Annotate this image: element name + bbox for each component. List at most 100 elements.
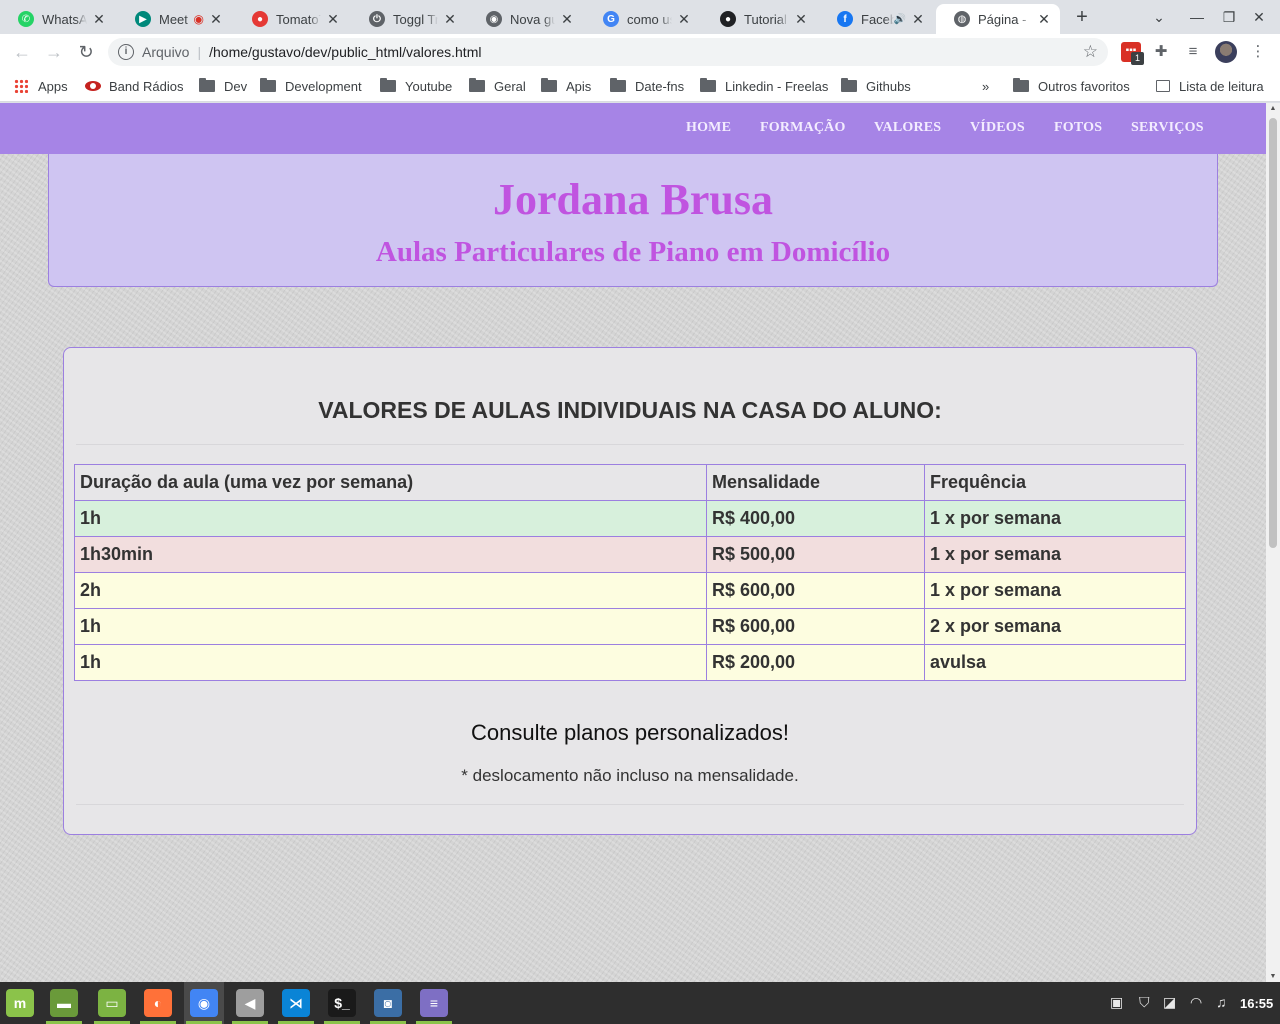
close-tab-icon[interactable]: ✕ [208,11,224,28]
nav-link-fotos[interactable]: FOTOS [1054,120,1102,136]
clipboard-tray-icon[interactable]: ▣ [1110,994,1123,1011]
profile-avatar[interactable] [1215,41,1237,63]
browser-tab[interactable]: ● Tutorial ✕ [702,4,817,34]
custom-plans-text: Consulte planos personalizados! [471,720,789,745]
close-tab-icon[interactable]: ✕ [676,11,692,28]
pricing-heading: VALORES DE AULAS INDIVIDUAIS NA CASA DO … [318,397,942,423]
column-header-price: Mensalidade [706,464,925,501]
music-note-icon[interactable]: ♫ [1216,994,1227,1010]
mint-menu-icon[interactable]: m [6,989,34,1017]
close-tab-icon[interactable]: ✕ [442,11,458,28]
site-info-icon[interactable]: i [118,44,134,60]
menu-kebab-icon[interactable]: ⋮ [1248,42,1268,62]
recording-indicator-icon: ◉ [193,12,204,26]
bookmark-folder-dev[interactable]: Dev [199,77,247,95]
taskbar-clock[interactable]: 16:55 [1240,996,1273,1011]
cell-price: R$ 500,00 [706,536,925,573]
scroll-down-icon[interactable]: ▼ [1266,973,1280,980]
folder-icon [700,78,716,92]
bookmark-folder-development[interactable]: Development [260,77,362,95]
bookmark-folder-apis[interactable]: Apis [541,77,591,95]
browser-tab[interactable]: ▶ Meet ◉ ✕ [117,4,232,34]
bookmark-label: Linkedin - Freelas [725,78,829,94]
browser-tab[interactable]: f Facebook🔊 ✕ [819,4,934,34]
nav-link-valores[interactable]: VALORES [874,120,941,136]
page-viewport: HOME FORMAÇÃO VALORES VÍDEOS FOTOS SERVI… [0,103,1266,982]
site-navbar: HOME FORMAÇÃO VALORES VÍDEOS FOTOS SERVI… [0,103,1266,154]
cell-frequency: 2 x por semana [924,608,1186,645]
google-meet-icon: ▶ [135,11,151,27]
scroll-up-icon[interactable]: ▲ [1266,105,1280,112]
bookmark-label: Apps [38,78,68,94]
tab-title: Meet [159,11,188,27]
media-controls-icon[interactable]: ≡ [1183,42,1203,62]
screenshot-icon[interactable]: ◙ [374,989,402,1017]
tab-audio-icon[interactable]: 🔊 [894,14,906,25]
cell-duration: 2h [74,572,707,609]
back-icon[interactable]: ← [10,40,34,64]
close-tab-icon[interactable]: ✕ [793,11,809,28]
reload-icon[interactable]: ↻ [74,40,98,64]
text-editor-icon[interactable]: ≡ [420,989,448,1017]
bookmark-label: Band Rádios [109,78,184,94]
shield-tray-icon[interactable]: ⛉ [1139,994,1150,1011]
new-tab-button[interactable]: + [1070,6,1094,30]
vscode-icon[interactable]: ⋊ [282,989,310,1017]
travel-note: * deslocamento não incluso na mensalidad… [461,766,799,785]
files-icon[interactable]: ▭ [98,989,126,1017]
divider [76,804,1184,805]
table-row: 1h R$ 600,00 2 x por semana [74,608,1186,645]
firefox-icon[interactable]: ◐ [144,989,172,1017]
bookmark-other-favorites[interactable]: Outros favoritos [1013,77,1130,95]
nav-link-formacao[interactable]: FORMAÇÃO [760,120,846,136]
bookmark-star-icon[interactable]: ☆ [1083,42,1098,62]
bookmark-folder-youtube[interactable]: Youtube [380,77,452,95]
terminal-icon[interactable]: $_ [328,989,356,1017]
bookmark-apps[interactable]: Apps [14,77,68,95]
cell-duration: 1h [74,608,707,645]
bookmarks-overflow-icon[interactable]: » [982,77,989,95]
nav-link-videos[interactable]: VÍDEOS [970,120,1025,136]
bookmark-band-radios[interactable]: Band Rádios [85,77,183,95]
band-radios-icon [85,81,101,91]
close-window-icon[interactable]: ✕ [1248,6,1270,28]
bookmark-folder-geral[interactable]: Geral [469,77,526,95]
bookmark-folder-date-fns[interactable]: Date-fns [610,77,684,95]
tab-search-icon[interactable]: ⌄ [1148,6,1170,28]
page-scrollbar[interactable]: ▲ ▼ [1266,103,1280,982]
address-bar[interactable]: i Arquivo | /home/gustavo/dev/public_htm… [108,38,1108,66]
scrollbar-thumb[interactable] [1269,118,1277,548]
bookmark-label: Githubs [866,78,911,94]
wifi-icon[interactable]: ◠ [1190,994,1202,1011]
show-desktop-icon[interactable]: ▬ [50,989,78,1017]
bookmark-folder-linkedin[interactable]: Linkedin - Freelas [700,77,828,95]
nav-link-home[interactable]: HOME [686,120,731,136]
bookmark-folder-githubs[interactable]: Githubs [841,77,911,95]
extensions-puzzle-icon[interactable]: ✚ [1151,42,1171,62]
apps-grid-icon [14,79,28,93]
update-manager-icon[interactable]: ◪ [1163,994,1176,1011]
maximize-icon[interactable]: ❐ [1218,6,1240,28]
browser-tab[interactable]: ● TomatoTimer✕ [234,4,349,34]
browser-tab[interactable]: ◍ Página - ✕ [936,4,1060,34]
reading-list-button[interactable]: Lista de leitura [1156,77,1264,95]
column-header-duration: Duração da aula (uma vez por semana) [74,464,707,501]
close-tab-icon[interactable]: ✕ [910,11,926,28]
browser-tab[interactable]: Gcomo usar✕ [585,4,700,34]
tab-title: Tutorial [744,11,787,27]
browser-tab[interactable]: ⏻ Toggl Track✕ [351,4,466,34]
cell-duration: 1h30min [74,536,707,573]
close-tab-icon[interactable]: ✕ [325,11,341,28]
close-tab-icon[interactable]: ✕ [559,11,575,28]
browser-tab[interactable]: ✆ WhatsApp✕ [0,4,115,34]
forward-icon[interactable]: → [42,40,66,64]
nav-link-servicos[interactable]: SERVIÇOS [1131,120,1204,136]
close-tab-icon[interactable]: ✕ [1036,11,1052,28]
close-tab-icon[interactable]: ✕ [91,11,107,28]
address-url[interactable]: /home/gustavo/dev/public_html/valores.ht… [209,44,481,60]
minimize-icon[interactable]: — [1186,6,1208,28]
globe-icon: ◍ [954,11,970,27]
chrome-icon[interactable]: ◉ [190,989,218,1017]
browser-tab[interactable]: ◉ Nova guia✕ [468,4,583,34]
audio-app-icon[interactable]: ◀ [236,989,264,1017]
